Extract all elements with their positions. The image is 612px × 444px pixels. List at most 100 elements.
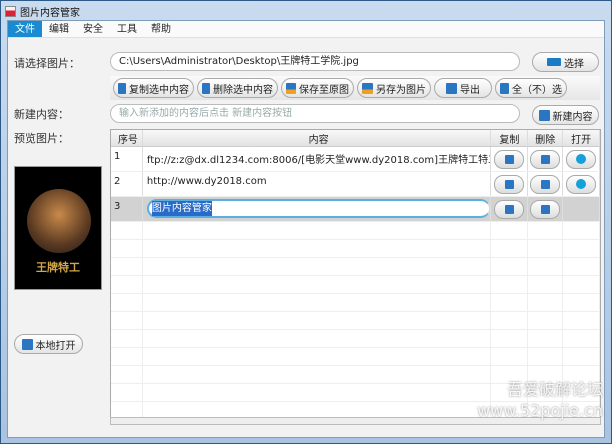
row-content-editor[interactable]: 图片内容管家 [146,199,491,218]
empty-cell [528,348,564,365]
empty-cell [111,276,143,293]
empty-cell [491,294,529,311]
empty-cell [528,330,564,347]
delete-icon [202,82,210,94]
delete-selected-button[interactable]: 删除选中内容 [197,78,278,98]
save-as-image-button[interactable]: 另存为图片 [357,78,431,98]
row-copy-button[interactable] [494,199,525,219]
menu-edit[interactable]: 编辑 [42,21,76,37]
row-copy-button[interactable] [494,149,525,169]
empty-cell [491,222,529,239]
app-icon [5,5,16,17]
row-index: 3 [111,197,143,221]
copy-selected-button[interactable]: 复制选中内容 [113,78,194,98]
path-input[interactable]: C:\Users\Administrator\Desktop\王牌特工学院.jp… [110,52,520,71]
row-content[interactable]: ftp://z:z@dx.dl1234.com:8006/[电影天堂www.dy… [143,147,492,171]
empty-cell [491,276,529,293]
row-delete-button[interactable] [530,174,561,194]
menu-file[interactable]: 文件 [8,21,42,37]
watermark-line1: 吾爱破解论坛 [506,380,603,399]
empty-cell [563,294,600,311]
delete-icon [540,179,550,189]
col-copy[interactable]: 复制 [491,130,529,146]
title-bar: 图片内容管家 [5,4,80,19]
select-all-button[interactable]: 全（不）选 [495,78,567,98]
col-content[interactable]: 内容 [143,130,492,146]
globe-icon [576,179,587,189]
empty-cell [491,330,529,347]
empty-cell [563,222,600,239]
empty-cell [111,366,143,383]
label: 复制选中内容 [129,84,189,96]
export-button[interactable]: 导出 [434,78,492,98]
row-open-button[interactable] [566,174,597,194]
label: 保存至原图 [299,84,349,96]
select-button[interactable]: 选择 [532,52,599,72]
row-index: 2 [111,172,143,196]
empty-cell [111,240,143,257]
select-button-label: 选择 [564,58,584,70]
empty-row [111,276,600,294]
select-label: 请选择图片： [14,57,80,70]
empty-row [111,348,600,366]
menu-security[interactable]: 安全 [76,21,110,37]
label: 删除选中内容 [213,84,273,96]
empty-cell [143,240,492,257]
empty-cell [111,384,143,401]
empty-cell [528,312,564,329]
label: 导出 [460,84,480,96]
label: 新建内容 [552,111,593,123]
empty-cell [143,222,492,239]
delete-icon [540,204,550,214]
empty-cell [528,258,564,275]
new-file-icon [538,109,550,121]
preview-image: 王牌特工 [14,166,102,290]
table-header: 序号 内容 复制 删除 打开 [111,130,600,147]
empty-row [111,312,600,330]
empty-cell [491,348,529,365]
client-area: 文件 编辑 安全 工具 帮助 请选择图片： C:\Users\Administr… [7,20,605,438]
empty-cell [111,294,143,311]
row-content[interactable]: http://www.dy2018.com [143,172,492,196]
new-content-button[interactable]: 新建内容 [532,105,599,125]
row-delete-button[interactable] [530,199,561,219]
empty-cell [491,258,529,275]
menu-help[interactable]: 帮助 [144,21,178,37]
empty-cell [563,240,600,257]
delete-icon [540,154,550,164]
col-index[interactable]: 序号 [111,130,143,146]
empty-cell [563,312,600,329]
empty-cell [491,312,529,329]
col-open[interactable]: 打开 [563,130,600,146]
save-to-original-button[interactable]: 保存至原图 [281,78,354,98]
empty-cell [143,276,492,293]
copy-icon [504,179,514,189]
save-as-icon [362,82,373,94]
label: 本地打开 [35,340,76,352]
table-row[interactable]: 1 ftp://z:z@dx.dl1234.com:8006/[电影天堂www.… [111,147,600,172]
app-window: 图片内容管家 文件 编辑 安全 工具 帮助 请选择图片： C:\Users\Ad… [0,0,612,444]
empty-cell [111,312,143,329]
empty-cell [143,348,492,365]
menu-tools[interactable]: 工具 [110,21,144,37]
empty-cell [143,312,492,329]
empty-cell [528,276,564,293]
col-delete[interactable]: 删除 [528,130,564,146]
label: 全（不）选 [512,84,562,96]
row-open-button[interactable] [566,149,597,169]
globe-icon [576,154,587,164]
folder-icon [547,58,561,66]
poster-art [27,189,91,253]
poster-title: 王牌特工 [36,261,80,274]
table-row[interactable]: 2 http://www.dy2018.com [111,172,600,197]
watermark-line2: www.52pojie.cn [477,401,603,420]
row-copy-button[interactable] [494,174,525,194]
empty-cell [563,348,600,365]
table-row-selected[interactable]: 3 图片内容管家 [111,197,600,222]
new-content-input[interactable]: 输入新添加的内容后点击 新建内容按钮 [110,104,520,123]
empty-cell [528,294,564,311]
empty-row [111,330,600,348]
row-delete-button[interactable] [530,149,561,169]
empty-cell [143,294,492,311]
local-open-button[interactable]: 本地打开 [14,334,83,354]
